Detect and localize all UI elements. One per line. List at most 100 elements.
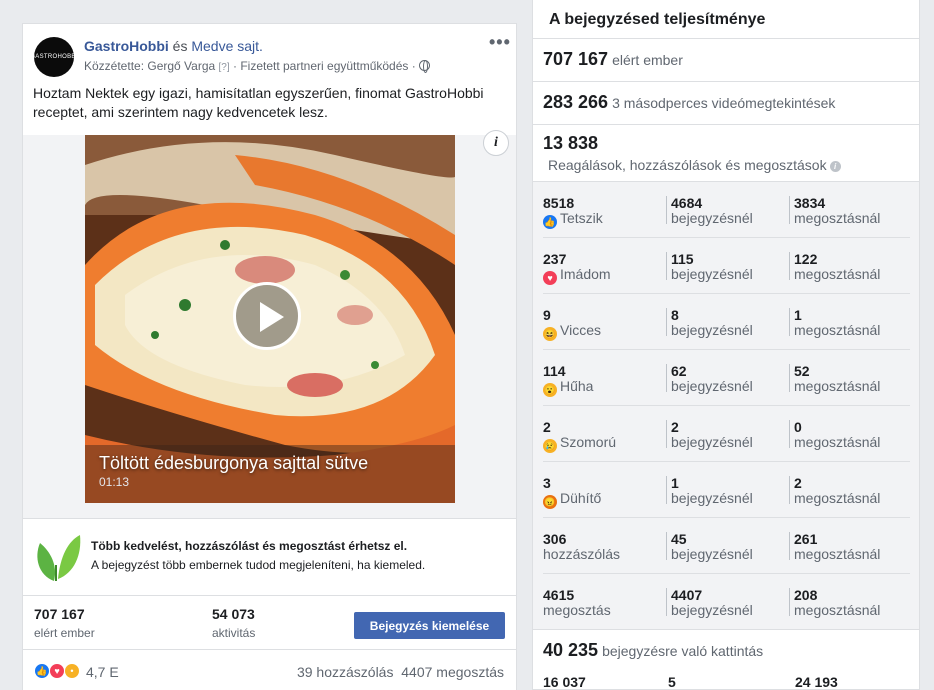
reaction-label: Szomorú (560, 434, 617, 450)
promo-subtitle: A bejegyzést több embernek tudod megjele… (91, 558, 426, 572)
breakdown-row: 8518 👍 Tetszik 4684 bejegyzésnél 3834 meg… (533, 182, 919, 238)
post-cell: 1 bejegyzésnél (671, 476, 753, 506)
globe-icon (419, 60, 431, 73)
post-text: Hoztam Nektek egy igazi, hamisítatlan eg… (33, 85, 484, 120)
shared-label: megosztásnál (794, 434, 881, 450)
love-icon[interactable]: ♥ (49, 663, 65, 679)
clicks-stat: 40 235 bejegyzésre való kattintás (543, 640, 763, 661)
views-text: 3 másodperces videómegtekintések (612, 95, 836, 111)
post-value: 8 (671, 307, 679, 323)
info-icon[interactable]: i (483, 130, 509, 156)
shared-label: megosztásnál (794, 378, 881, 394)
post-label: bejegyzésnél (671, 378, 753, 394)
activity-value: 54 073 (212, 606, 255, 622)
total-cell: 4615 megosztás (543, 588, 611, 618)
shared-label: megosztásnál (794, 210, 881, 226)
total-label: 😢 Szomorú (543, 435, 616, 453)
post-label: bejegyzésnél (671, 322, 753, 338)
help-link[interactable]: [?] (219, 62, 230, 73)
engagement-text: Reagálások, hozzászólások és megosztások (548, 157, 827, 173)
divider (789, 308, 790, 336)
published-by[interactable]: Közzétette: Gergő Varga (84, 59, 215, 73)
shared-cell: 52 megosztásnál (794, 364, 880, 394)
breakdown-row: 4615 megosztás 4407 bejegyzésnél 208 meg… (533, 574, 919, 630)
post-card: GASTROHOBBI GastroHobbi és Medve sajt. K… (22, 23, 517, 690)
shared-label: megosztásnál (794, 546, 881, 562)
post-cell: 115 bejegyzésnél (671, 252, 753, 282)
post-value: 4407 (671, 587, 703, 603)
breakdown-row: 114 😮 Hűha 62 bejegyzésnél 52 megosztásná… (533, 350, 919, 406)
total-value: 2 (543, 419, 551, 435)
video-duration: 01:13 (99, 475, 130, 489)
shares-link[interactable]: 4407 megosztás (401, 664, 504, 680)
shared-value: 2 (794, 475, 802, 491)
shared-cell: 0 megosztásnál (794, 420, 880, 450)
breakdown-row: 9 😆 Vicces 8 bejegyzésnél 1 megosztásnál (533, 294, 919, 350)
total-label: 😮 Hűha (543, 379, 593, 397)
post-label: bejegyzésnél (671, 602, 753, 618)
partner-link[interactable]: Medve sajt. (191, 38, 263, 54)
video-player[interactable]: Töltött édesburgonya sajttal sütve 01:13 (85, 135, 455, 503)
shared-cell: 208 megosztásnál (794, 588, 880, 618)
boost-promo: Több kedvelést, hozzászólást és megosztá… (23, 518, 516, 596)
post-label: bejegyzésnél (671, 210, 753, 226)
play-icon[interactable] (233, 282, 301, 350)
clicks-breakdown-2: 5 (668, 674, 676, 690)
reaction-label: Tetszik (560, 210, 603, 226)
shared-label: megosztásnál (794, 490, 881, 506)
divider (666, 588, 667, 616)
reaction-count[interactable]: 4,7 E (86, 664, 119, 680)
boost-post-button[interactable]: Bejegyzés kiemelése (354, 612, 505, 639)
post-stats: 707 167 elért ember 54 073 aktivitás Bej… (23, 596, 516, 650)
total-label: 😠 Dühítő (543, 491, 601, 509)
divider (666, 420, 667, 448)
shared-cell: 1 megosztásnál (794, 308, 880, 338)
shared-value: 3834 (794, 195, 826, 211)
page-name-link[interactable]: GastroHobbi (84, 38, 169, 54)
shared-value: 52 (794, 363, 810, 379)
info-icon[interactable]: i (829, 161, 841, 172)
divider (666, 196, 667, 224)
clicks-number: 40 235 (543, 640, 599, 660)
wow-icon[interactable]: • (64, 663, 80, 679)
breakdown-row: 2 😢 Szomorú 2 bejegyzésnél 0 megosztásnál (533, 406, 919, 462)
total-value: 114 (543, 363, 566, 379)
reach-label: elért ember (34, 626, 95, 640)
total-value: 8518 (543, 195, 575, 211)
post-label: bejegyzésnél (671, 546, 753, 562)
total-label: 😆 Vicces (543, 323, 601, 341)
like-icon[interactable]: 👍 (34, 663, 50, 679)
divider (666, 308, 667, 336)
post-value: 62 (671, 363, 687, 379)
shared-value: 1 (794, 307, 802, 323)
views-number: 283 266 (543, 92, 609, 112)
breakdown-row: 3 😠 Dühítő 1 bejegyzésnél 2 megosztásnál (533, 462, 919, 518)
total-cell: 9 😆 Vicces (543, 308, 601, 341)
shared-label: megosztásnál (794, 266, 881, 282)
and-text: és (168, 38, 192, 54)
page-avatar[interactable]: GASTROHOBBI (30, 37, 77, 77)
post-value: 115 (671, 251, 694, 267)
more-options-button[interactable]: ••• (489, 32, 511, 53)
reaction-label: hozzászólás (543, 546, 621, 562)
shared-label: megosztásnál (794, 602, 881, 618)
performance-panel: A bejegyzésed teljesítménye 707 167 elért… (532, 0, 920, 690)
leaf-icon (37, 535, 81, 581)
post-header: GastroHobbi és Medve sajt. (84, 38, 263, 54)
total-cell: 306 hozzászólás (543, 532, 620, 562)
shared-cell: 3834 megosztásnál (794, 196, 880, 226)
divider (789, 252, 790, 280)
engagement-block: 13 838 Reagálások, hozzászólások és mego… (533, 124, 919, 181)
shared-value: 0 (794, 419, 802, 435)
comments-link[interactable]: 39 hozzászólás (297, 664, 394, 680)
post-label: bejegyzésnél (671, 434, 753, 450)
reaction-label: Dühítő (560, 490, 602, 506)
divider (666, 532, 667, 560)
total-label: 👍 Tetszik (543, 211, 603, 229)
post-cell: 4407 bejegyzésnél (671, 588, 753, 618)
divider (666, 252, 667, 280)
comments-shares: 39 hozzászólás 4407 megosztás (297, 664, 504, 680)
divider (789, 364, 790, 392)
total-cell: 8518 👍 Tetszik (543, 196, 603, 229)
angry-icon: 😠 (543, 495, 557, 509)
